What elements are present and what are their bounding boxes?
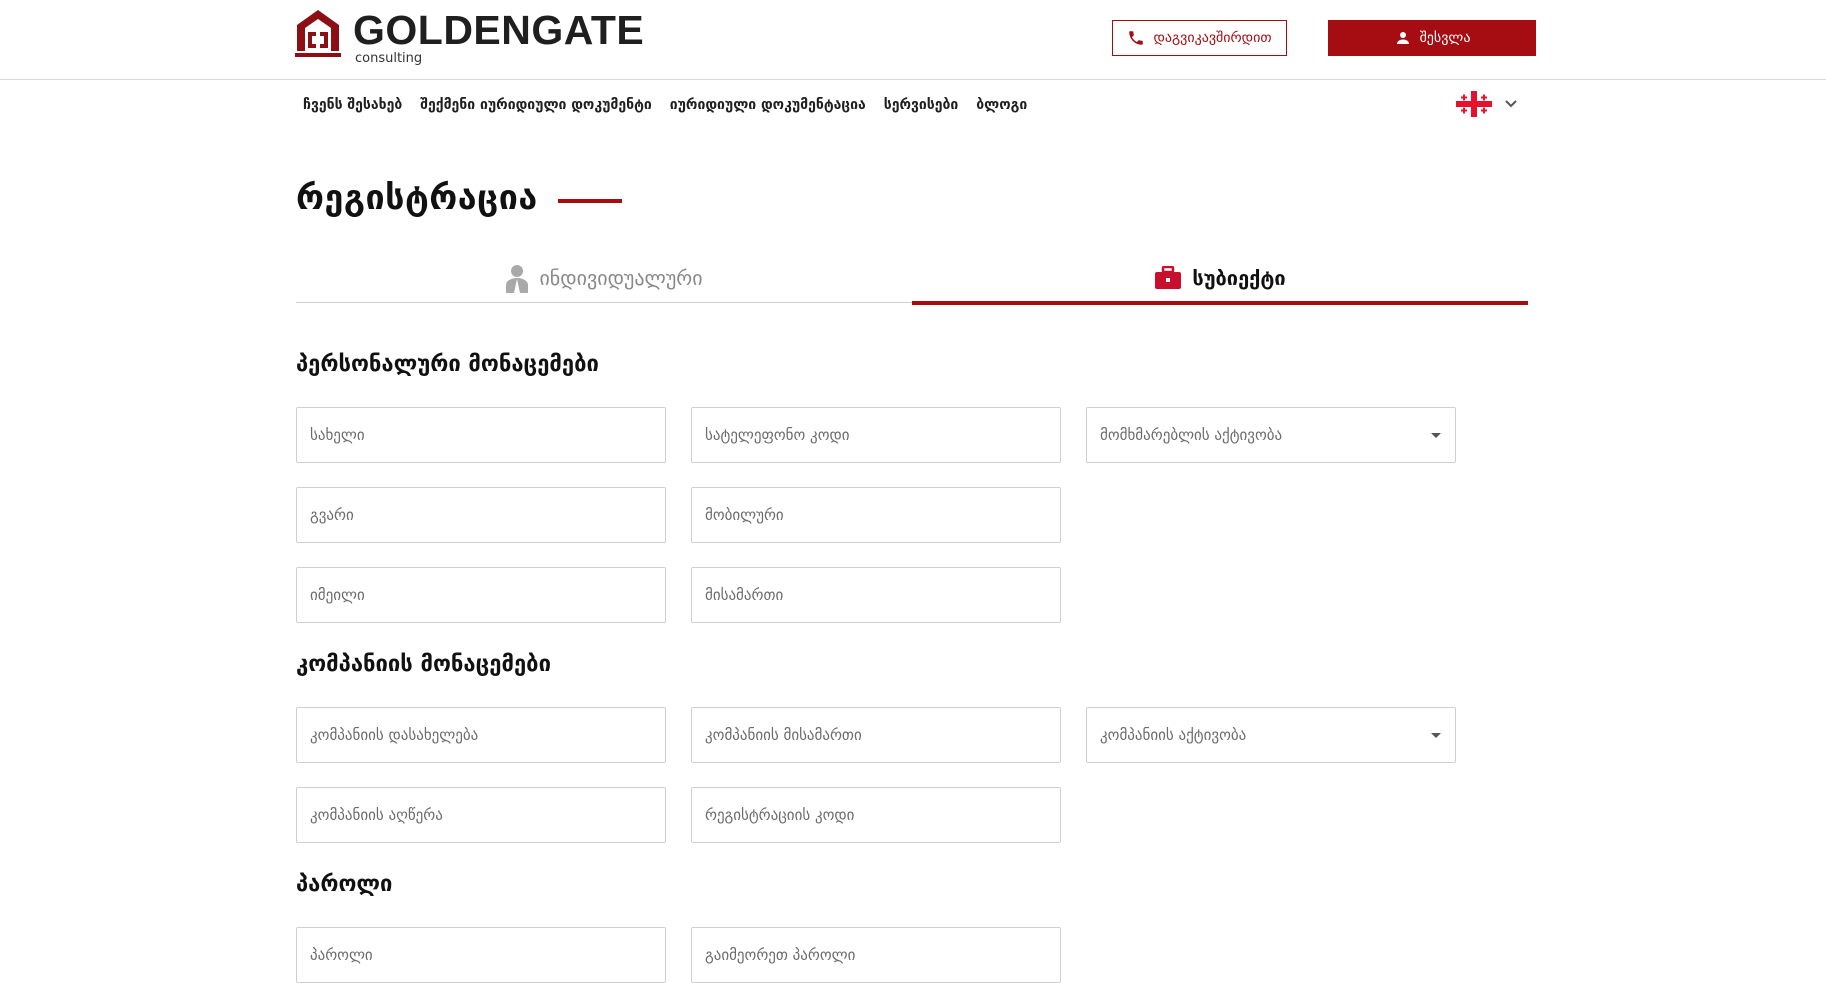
- logo-subtitle: consulting: [355, 51, 423, 66]
- title-accent-bar: [557, 199, 622, 203]
- nav-item-services[interactable]: სერვისები: [884, 97, 959, 113]
- contact-us-label: დაგვიკავშირდით: [1153, 30, 1272, 46]
- chevron-down-icon: [1505, 100, 1517, 108]
- company-description-field[interactable]: [296, 787, 666, 843]
- first-name-input[interactable]: [297, 408, 665, 462]
- personal-data-title: პერსონალური მონაცემები: [296, 352, 599, 377]
- company-data-title: კომპანიის მონაცემები: [296, 652, 551, 677]
- main-nav: ჩვენს შესახებ შექმენი იურიდიული დოკუმენტ…: [303, 97, 1027, 113]
- language-switcher[interactable]: [1456, 91, 1518, 117]
- page-title: რეგისტრაცია: [296, 178, 538, 218]
- company-name-input[interactable]: [297, 708, 665, 762]
- login-label: შესვლა: [1419, 30, 1471, 46]
- password-title: პაროლი: [296, 872, 393, 897]
- phone-code-field[interactable]: [691, 407, 1061, 463]
- georgian-flag-icon: [1456, 91, 1492, 117]
- company-activity-select[interactable]: კომპანიის აქტივობა: [1086, 707, 1456, 763]
- last-name-input[interactable]: [297, 488, 665, 542]
- user-activity-label: მომხმარებლის აქტივობა: [1100, 426, 1283, 444]
- tab-entity-label: სუბიექტი: [1192, 266, 1286, 290]
- contact-us-button[interactable]: დაგვიკავშირდით: [1112, 20, 1287, 56]
- repeat-password-field[interactable]: [691, 927, 1061, 983]
- password-field[interactable]: [296, 927, 666, 983]
- person-icon: [506, 265, 529, 293]
- phone-code-input[interactable]: [692, 408, 1060, 462]
- nav-item-blog[interactable]: ბლოგი: [976, 97, 1027, 113]
- mobile-input[interactable]: [692, 488, 1060, 542]
- goldengate-logo-icon: [295, 10, 341, 57]
- dropdown-arrow-icon: [1431, 432, 1441, 438]
- tab-individual[interactable]: ინდივიდუალური: [296, 253, 912, 303]
- site-header: GOLDENGATE consulting დაგვიკავშირდით შეს…: [0, 0, 1826, 80]
- registration-type-tabs: ინდივიდუალური სუბიექტი: [296, 253, 1528, 305]
- mobile-field[interactable]: [691, 487, 1061, 543]
- nav-item-create-document[interactable]: შექმენი იურიდიული დოკუმენტი: [420, 97, 652, 113]
- registration-code-input[interactable]: [692, 788, 1060, 842]
- tab-individual-label: ინდივიდუალური: [539, 266, 703, 290]
- phone-icon: [1129, 31, 1144, 45]
- page-title-wrapper: რეგისტრაცია: [296, 178, 622, 218]
- company-name-field[interactable]: [296, 707, 666, 763]
- address-field[interactable]: [691, 567, 1061, 623]
- company-description-input[interactable]: [297, 788, 665, 842]
- tab-entity[interactable]: სუბიექტი: [912, 253, 1528, 305]
- logo[interactable]: GOLDENGATE consulting: [295, 8, 644, 65]
- user-activity-select[interactable]: მომხმარებლის აქტივობა: [1086, 407, 1456, 463]
- password-input[interactable]: [297, 928, 665, 982]
- address-input[interactable]: [692, 568, 1060, 622]
- nav-item-about[interactable]: ჩვენს შესახებ: [303, 97, 402, 113]
- email-field[interactable]: [296, 567, 666, 623]
- last-name-field[interactable]: [296, 487, 666, 543]
- active-tab-indicator: [912, 301, 1528, 305]
- dropdown-arrow-icon: [1431, 732, 1441, 738]
- login-button[interactable]: შესვლა: [1328, 20, 1536, 56]
- registration-code-field[interactable]: [691, 787, 1061, 843]
- first-name-field[interactable]: [296, 407, 666, 463]
- company-address-field[interactable]: [691, 707, 1061, 763]
- repeat-password-input[interactable]: [692, 928, 1060, 982]
- user-icon: [1396, 32, 1409, 44]
- email-input[interactable]: [297, 568, 665, 622]
- nav-item-legal-documents[interactable]: იურიდიული დოკუმენტაცია: [670, 97, 866, 113]
- company-address-input[interactable]: [692, 708, 1060, 762]
- company-activity-label: კომპანიის აქტივობა: [1100, 726, 1247, 744]
- logo-name: GOLDENGATE: [353, 7, 645, 53]
- briefcase-icon: [1155, 266, 1182, 289]
